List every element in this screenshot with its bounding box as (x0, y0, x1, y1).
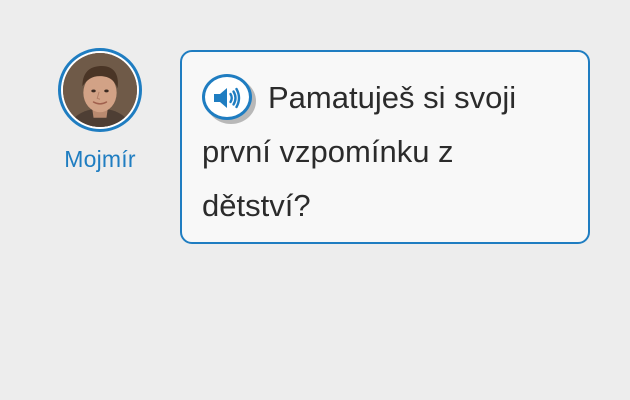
speech-bubble: Pamatuješ si svoji první vzpomínku z dět… (180, 50, 590, 244)
avatar-photo (63, 53, 137, 127)
play-audio-button[interactable] (202, 73, 252, 120)
avatar (58, 48, 142, 132)
avatar-photo-icon (63, 53, 137, 127)
message: Pamatuješ si svoji první vzpomínku z dět… (202, 71, 568, 233)
speaker-name: Mojmír (64, 146, 136, 172)
speaker-icon (214, 87, 241, 109)
speaker-panel: Mojmír (52, 48, 148, 173)
